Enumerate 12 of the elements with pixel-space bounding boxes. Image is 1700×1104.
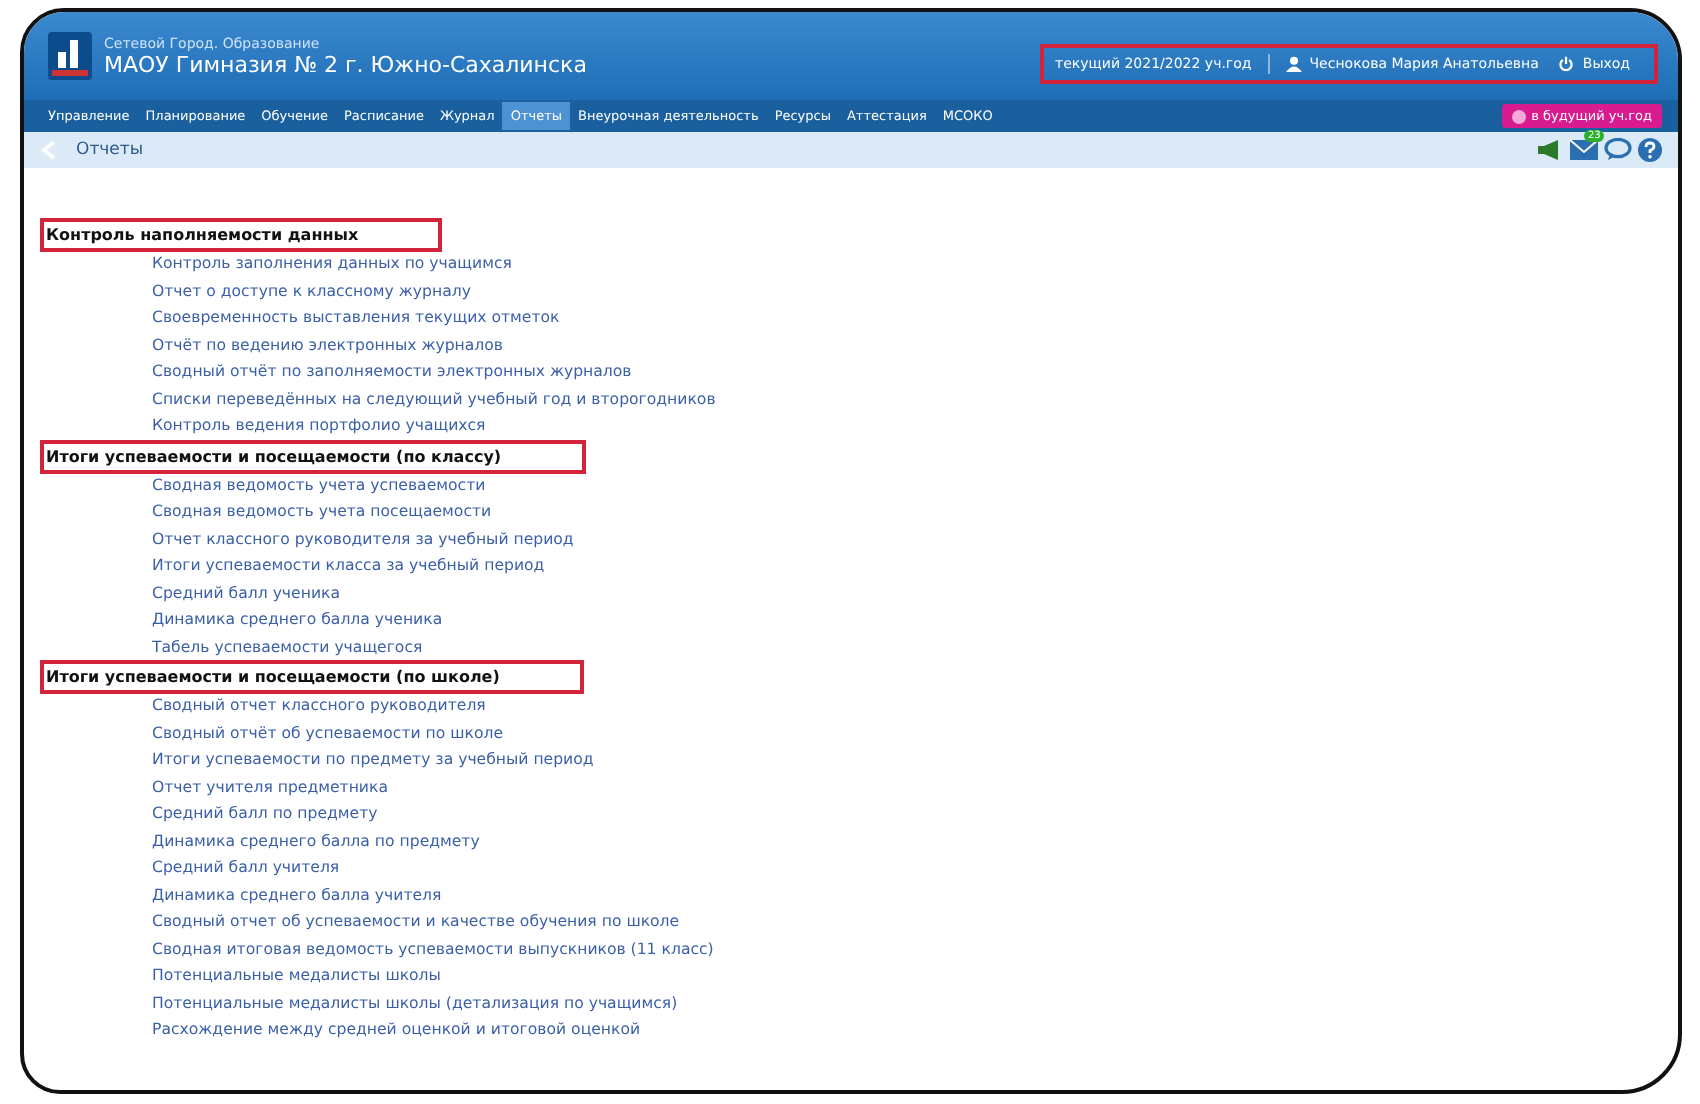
school-name: МАОУ Гимназия № 2 г. Южно-Сахалинска — [104, 51, 587, 77]
mail-icon[interactable] — [1570, 140, 1598, 160]
user-icon — [1285, 56, 1302, 72]
page-title: Отчеты — [76, 140, 144, 160]
help-icon[interactable] — [1638, 138, 1662, 162]
megaphone-icon[interactable] — [1536, 138, 1564, 162]
logo-icon — [48, 32, 92, 80]
section-heading: Контроль наполняемости данных — [40, 218, 443, 252]
section-heading: Итоги успеваемости и посещаемости (по школе) — [40, 660, 584, 694]
chat-icon[interactable] — [1604, 138, 1632, 162]
section-heading: Итоги успеваемости и посещаемости (по классу) — [40, 439, 586, 473]
power-icon — [1558, 56, 1575, 72]
